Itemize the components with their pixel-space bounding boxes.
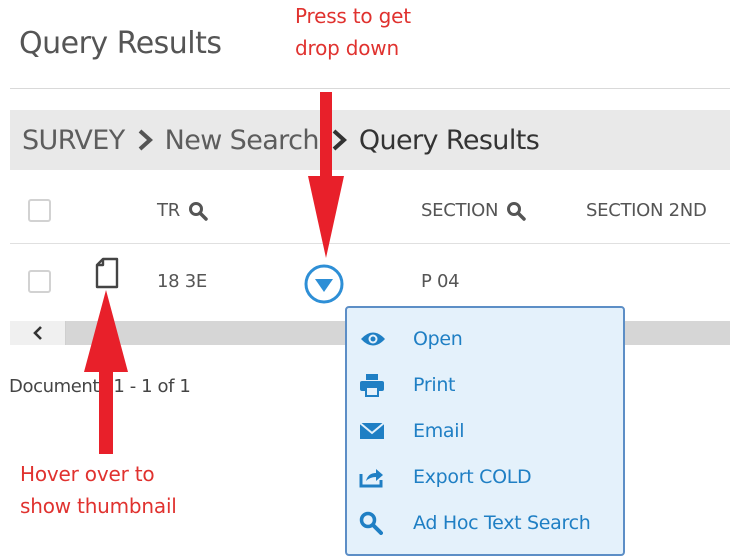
printer-icon	[359, 372, 389, 398]
scroll-left-button[interactable]	[10, 321, 66, 345]
column-header-section[interactable]: SECTION	[421, 200, 526, 221]
column-header-tr[interactable]: TR	[157, 200, 208, 221]
envelope-icon	[359, 418, 389, 444]
annotation-line: Press to get	[295, 4, 411, 28]
column-header-section-2nd[interactable]: SECTION 2ND	[586, 200, 707, 221]
menu-item-ad-hoc-text-search[interactable]: Ad Hoc Text Search	[359, 510, 591, 536]
menu-item-label: Open	[413, 328, 463, 350]
chevron-left-icon	[32, 326, 42, 340]
document-icon[interactable]	[94, 257, 120, 289]
cell-tr: 18 3E	[157, 271, 207, 292]
up-arrow-annotation	[84, 290, 128, 454]
menu-item-print[interactable]: Print	[359, 372, 456, 398]
breadcrumb-item-survey[interactable]: SURVEY	[22, 125, 125, 156]
thumbnail-hint-annotation: Hover over to show thumbnail	[20, 458, 177, 522]
dropdown-hint-annotation: Press to get drop down	[295, 0, 411, 64]
menu-item-email[interactable]: Email	[359, 418, 465, 444]
breadcrumb: SURVEY New Search Query Results	[10, 110, 730, 170]
search-icon[interactable]	[506, 201, 526, 221]
row-checkbox[interactable]	[28, 270, 51, 293]
menu-item-label: Export COLD	[413, 466, 532, 488]
breadcrumb-item-query-results: Query Results	[358, 124, 540, 156]
search-icon	[359, 510, 389, 536]
cell-section: P 04	[421, 271, 460, 292]
search-icon[interactable]	[188, 201, 208, 221]
export-icon	[359, 464, 389, 490]
annotation-line: drop down	[295, 36, 399, 60]
menu-item-export-cold[interactable]: Export COLD	[359, 464, 532, 490]
eye-icon	[359, 326, 389, 352]
menu-item-open[interactable]: Open	[359, 326, 463, 352]
column-header-label: TR	[157, 200, 180, 221]
column-header-label: SECTION	[421, 200, 499, 221]
page-title: Query Results	[19, 26, 222, 61]
menu-item-label: Print	[413, 374, 456, 396]
row-actions-dropdown-button[interactable]	[303, 263, 345, 305]
row-actions-menu: Open Print Email Export COLD Ad Hoc Text…	[345, 306, 625, 556]
column-header-label: SECTION 2ND	[586, 200, 707, 221]
select-all-checkbox[interactable]	[28, 199, 51, 222]
header-divider	[10, 88, 730, 89]
annotation-line: show thumbnail	[20, 494, 177, 518]
breadcrumb-item-new-search[interactable]: New Search	[165, 125, 320, 156]
annotation-line: Hover over to	[20, 462, 155, 486]
chevron-right-icon	[138, 129, 153, 151]
menu-item-label: Email	[413, 420, 465, 442]
menu-item-label: Ad Hoc Text Search	[413, 512, 591, 534]
header-row-divider	[10, 243, 730, 244]
down-arrow-annotation	[308, 92, 344, 258]
